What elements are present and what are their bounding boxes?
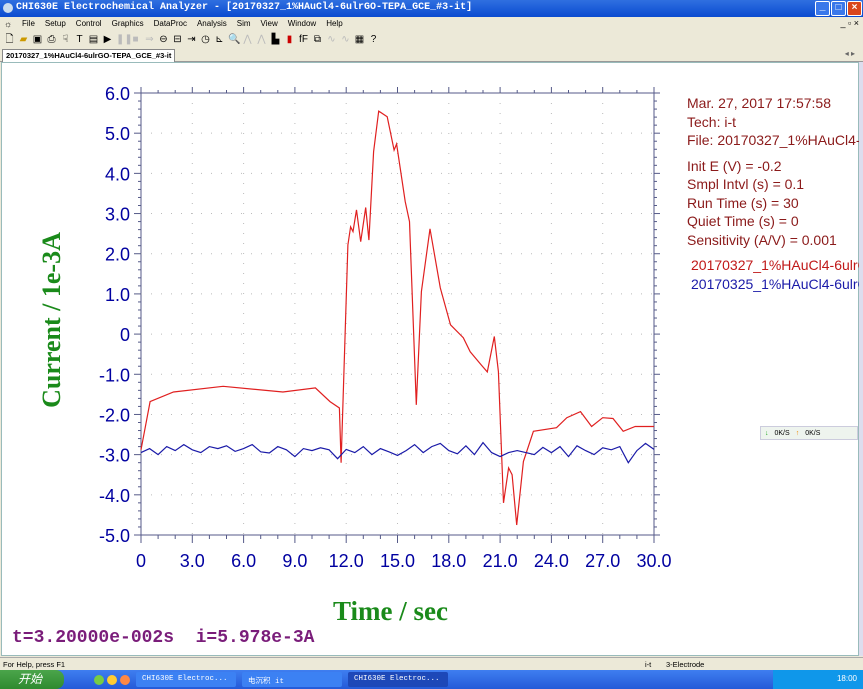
series-line-2 [140,441,655,464]
y-tick-label: -3.0 [99,446,130,466]
system-tray: 18:00 [773,670,863,689]
info-date: Mar. 27, 2017 17:57:58 [687,95,831,111]
x-tick-label: 30.0 [636,551,671,571]
cursor-readout: t=3.20000e-002s i=5.978e-3A [12,628,315,648]
y-tick-label: -5.0 [99,526,130,546]
status-help: For Help, press F1 [3,660,66,669]
x-tick-label: 6.0 [231,551,256,571]
taskbar-item[interactable]: CHI630E Electroc... [136,672,236,687]
taskbar-item[interactable]: 电沉积 it [242,672,342,687]
y-tick-label: -2.0 [99,405,130,425]
y-tick-label: 3.0 [105,205,130,225]
y-tick-label: 2.0 [105,245,130,265]
x-tick-label: 12.0 [329,551,364,571]
taskbar: 开始 CHI630E Electroc... 电沉积 it CHI630E El… [0,670,863,689]
x-tick-label: 21.0 [483,551,518,571]
status-bar: For Help, press F1 i-t 3-Electrode [0,657,863,670]
y-tick-label: 5.0 [105,124,130,144]
info-file: File: 20170327_1%HAuCl4-6ulrGO-TEPA_GCE_… [687,132,859,148]
legend-item: 20170327_1%HAuCl4-6ulrGO-TEPA_GCE_#3-it [691,257,859,273]
y-tick-label: 6.0 [105,84,130,104]
x-tick-label: 18.0 [431,551,466,571]
quicklaunch-icon[interactable] [120,674,130,685]
info-param: Sensitivity (A/V) = 0.001 [687,231,837,248]
x-tick-label: 15.0 [380,551,415,571]
x-tick-label: 24.0 [534,551,569,571]
info-param: Init E (V) = -0.2 [687,157,782,174]
y-tick-label: -1.0 [99,365,130,385]
network-speed-widget[interactable]: ↓ 0K/S ↑ 0K/S [760,426,858,440]
quick-launch [94,674,130,685]
clock: 18:00 [836,674,857,683]
status-electrode: 3-Electrode [666,660,705,669]
x-tick-label: 3.0 [180,551,205,571]
y-axis-label: Current / 1e-3A [37,232,66,408]
y-tick-label: 4.0 [105,164,130,184]
download-arrow-icon: ↓ [765,429,769,437]
info-param: Run Time (s) = 30 [687,194,799,211]
y-tick-label: 0 [120,325,130,345]
taskbar-item-active[interactable]: CHI630E Electroc... [348,672,448,687]
upload-arrow-icon: ↑ [795,429,800,437]
info-param: Smpl Intvl (s) = 0.1 [687,176,805,192]
x-tick-label: 27.0 [585,551,620,571]
info-tech: Tech: i-t [687,113,737,130]
start-button[interactable]: 开始 [0,670,64,689]
y-tick-label: 1.0 [105,285,130,305]
status-tech: i-t [645,660,652,669]
quicklaunch-icon[interactable] [107,674,117,685]
info-param: Quiet Time (s) = 0 [687,213,799,229]
legend-item: 20170325_1%HAuCl4-6ulrGO-TEPA_GCE_#3-it [691,275,859,292]
experiment-info-panel: Mar. 27, 2017 17:57:58 Tech: i-t File: 2… [687,94,859,293]
y-tick-label: -4.0 [99,486,130,506]
x-tick-label: 0 [136,551,146,571]
x-axis-label: Time / sec [333,596,448,626]
x-tick-label: 9.0 [282,551,307,571]
quicklaunch-icon[interactable] [94,674,104,685]
